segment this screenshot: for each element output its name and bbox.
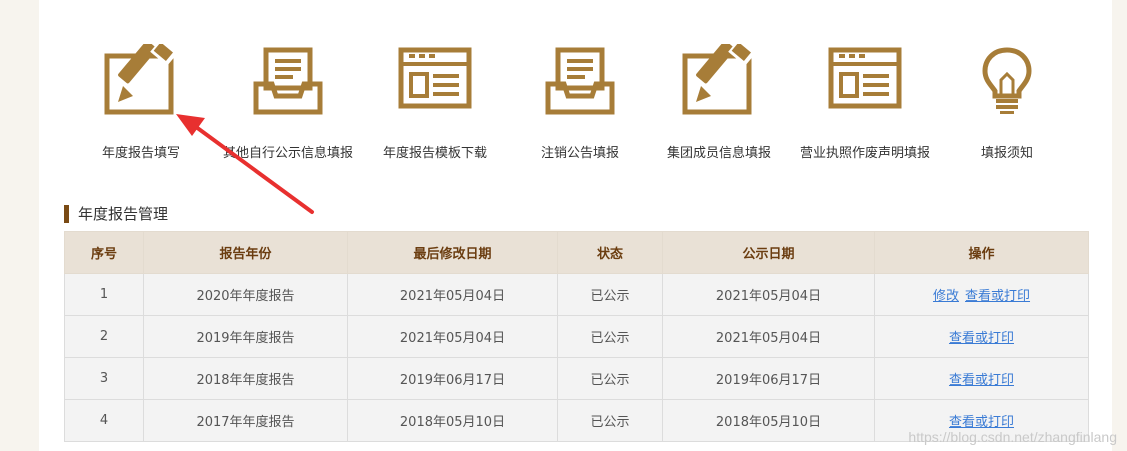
cell-modified: 2018年05月10日 — [347, 399, 558, 442]
watermark-text: https://blog.csdn.net/zhangfinlang — [908, 429, 1117, 445]
column-header-no: 序号 — [64, 231, 144, 274]
cell-published: 2021年05月04日 — [662, 273, 875, 316]
template-download-button[interactable]: 年度报告模板下载 — [355, 40, 515, 170]
pencil-edit-icon — [104, 44, 178, 115]
pencil-edit-icon — [682, 44, 756, 115]
icon-label: 集团成员信息填报 — [666, 146, 771, 161]
icon-label: 年度报告填写 — [101, 146, 180, 161]
other-disclosure-fill-button[interactable]: 其他自行公示信息填报 — [208, 40, 368, 170]
icon-label: 注销公告填报 — [540, 146, 619, 161]
cell-year: 2020年年度报告 — [143, 273, 348, 316]
cell-no: 4 — [64, 399, 144, 442]
cell-published: 2018年05月10日 — [662, 399, 875, 442]
cell-actions: 查看或打印 — [874, 357, 1089, 400]
cell-modified: 2021年05月04日 — [347, 315, 558, 358]
column-header-year: 报告年份 — [143, 231, 348, 274]
cell-status: 已公示 — [557, 315, 663, 358]
cell-status: 已公示 — [557, 357, 663, 400]
table-row: 2 2019年年度报告 2021年05月04日 已公示 2021年05月04日 … — [64, 315, 1089, 358]
table-header-row: 序号 报告年份 最后修改日期 状态 公示日期 操作 — [64, 231, 1089, 274]
quick-actions-row: 年度报告填写 其他自行公示信息填报 年度报告模板下载 注销公告填报 集团成员信息… — [65, 40, 1075, 170]
column-header-status: 状态 — [557, 231, 663, 274]
column-header-modified: 最后修改日期 — [347, 231, 558, 274]
cell-year: 2018年年度报告 — [143, 357, 348, 400]
icon-label: 年度报告模板下载 — [382, 146, 487, 161]
icon-label: 营业执照作废声明填报 — [799, 146, 930, 161]
annual-report-fill-button[interactable]: 年度报告填写 — [61, 40, 221, 170]
cell-no: 1 — [64, 273, 144, 316]
cell-published: 2021年05月04日 — [662, 315, 875, 358]
icon-label: 其他自行公示信息填报 — [222, 146, 353, 161]
document-tray-icon — [545, 47, 615, 115]
cell-modified: 2021年05月04日 — [347, 273, 558, 316]
cell-no: 3 — [64, 357, 144, 400]
cell-status: 已公示 — [557, 273, 663, 316]
lightbulb-icon — [982, 47, 1032, 114]
cancellation-notice-button[interactable]: 注销公告填报 — [500, 40, 660, 170]
icon-label: 填报须知 — [980, 146, 1033, 161]
table-row: 1 2020年年度报告 2021年05月04日 已公示 2021年05月04日 … — [64, 273, 1089, 316]
document-tray-icon — [253, 47, 323, 115]
cell-actions: 查看或打印 — [874, 315, 1089, 358]
cell-no: 2 — [64, 315, 144, 358]
cell-published: 2019年06月17日 — [662, 357, 875, 400]
view-print-link[interactable]: 查看或打印 — [949, 373, 1014, 388]
annual-report-table: 序号 报告年份 最后修改日期 状态 公示日期 操作 1 2020年年度报告 20… — [64, 231, 1089, 442]
filing-notes-button[interactable]: 填报须知 — [927, 40, 1087, 170]
template-form-icon — [398, 47, 472, 109]
column-header-published: 公示日期 — [662, 231, 875, 274]
license-void-notice-button[interactable]: 营业执照作废声明填报 — [785, 40, 945, 170]
cell-year: 2017年年度报告 — [143, 399, 348, 442]
template-form-icon — [828, 47, 902, 109]
edit-link[interactable]: 修改 — [933, 289, 959, 304]
cell-year: 2019年年度报告 — [143, 315, 348, 358]
cell-actions: 修改 查看或打印 — [874, 273, 1089, 316]
view-print-link[interactable]: 查看或打印 — [949, 331, 1014, 346]
view-print-link[interactable]: 查看或打印 — [949, 415, 1014, 430]
view-print-link[interactable]: 查看或打印 — [965, 289, 1030, 304]
column-header-actions: 操作 — [874, 231, 1089, 274]
cell-status: 已公示 — [557, 399, 663, 442]
section-title: 年度报告管理 — [64, 205, 168, 223]
cell-modified: 2019年06月17日 — [347, 357, 558, 400]
group-member-fill-button[interactable]: 集团成员信息填报 — [639, 40, 799, 170]
table-row: 3 2018年年度报告 2019年06月17日 已公示 2019年06月17日 … — [64, 357, 1089, 400]
